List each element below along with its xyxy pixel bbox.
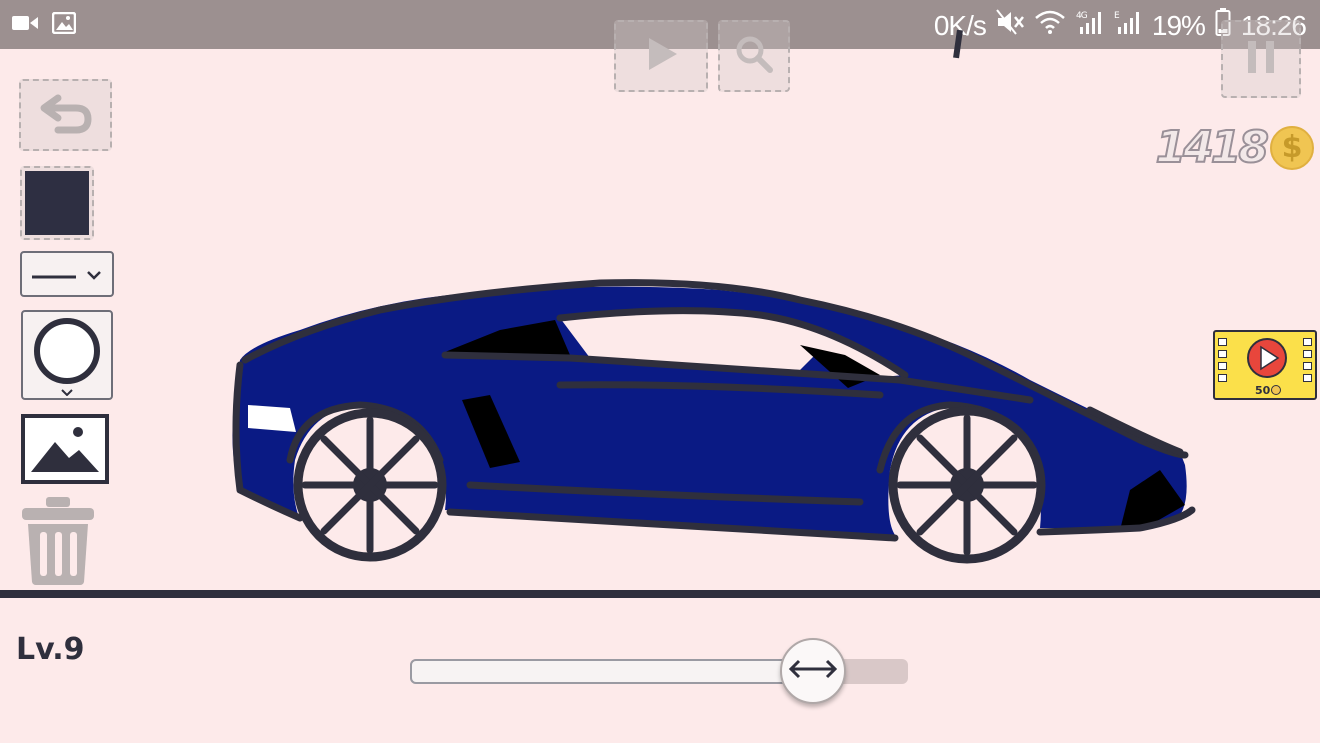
circle-brush-icon [31,310,103,400]
car-drawing [232,279,1196,564]
watch-video-button[interactable]: 50 [1213,330,1317,400]
coin-icon: $ [1270,125,1314,170]
gallery-icon [51,11,77,38]
brush-shape-button[interactable] [21,310,113,400]
color-picker-button[interactable] [20,166,94,240]
undo-icon [38,92,94,138]
zoom-button[interactable] [718,20,790,92]
video-reward-cost: 50 [1255,384,1271,397]
wifi-icon [1034,9,1066,42]
signal-e-icon: E [1114,9,1142,42]
solid-line-icon [32,265,76,284]
play-icon [641,34,681,78]
magnifier-icon [734,34,774,78]
ground-line [0,590,1320,598]
size-slider-fill [410,659,814,684]
mute-icon [996,9,1024,42]
size-slider-thumb[interactable] [780,638,847,704]
level-label: Lv.9 [16,632,85,667]
play-circle-icon [1245,336,1289,384]
line-style-dropdown[interactable] [20,251,114,297]
trash-icon [22,497,94,590]
svg-text:4G: 4G [1076,11,1088,21]
pause-button[interactable] [1221,20,1301,98]
svg-text:E: E [1114,11,1120,21]
image-icon [21,414,109,488]
trash-button[interactable] [22,496,94,586]
video-camera-icon [12,14,38,36]
chevron-down-icon [86,265,102,284]
color-swatch [25,171,89,235]
undo-button[interactable] [19,79,112,151]
play-button[interactable] [614,20,708,92]
small-coin-icon [1271,385,1281,395]
pause-icon [1243,37,1279,81]
image-button[interactable] [21,414,109,484]
battery-percent: 19% [1151,9,1206,41]
double-arrow-icon [787,657,839,685]
drawing-canvas[interactable] [118,100,1208,588]
signal-4g-icon: 4G [1076,9,1104,42]
